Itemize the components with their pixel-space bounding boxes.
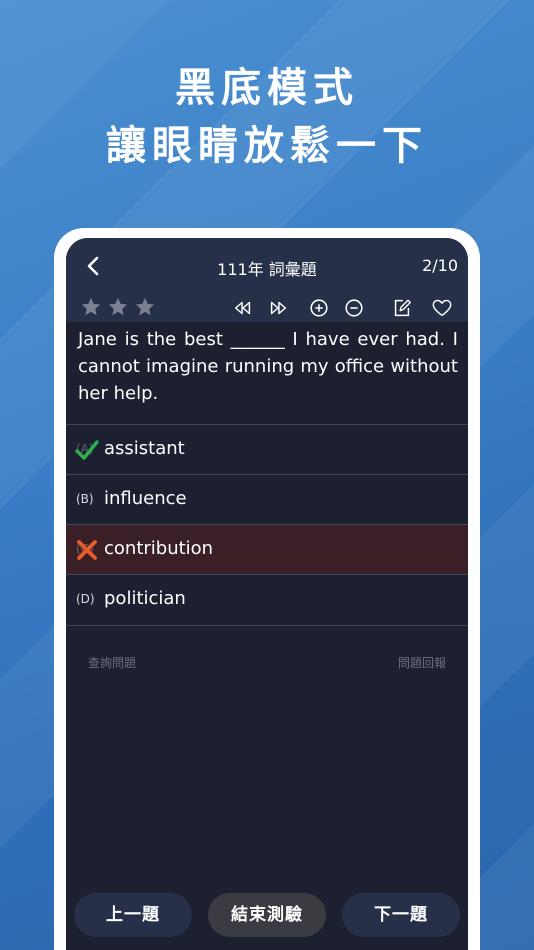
answer-options: (A) assistant (B) influence (C) contribu… xyxy=(66,424,468,626)
star-icon[interactable] xyxy=(134,296,156,318)
end-test-button[interactable]: 結束測驗 xyxy=(208,893,326,937)
question-counter: 2/10 xyxy=(422,256,458,275)
promo-headline-2: 讓眼睛放鬆一下 xyxy=(106,123,428,169)
fast-forward-icon[interactable] xyxy=(267,297,289,319)
option-letter: (B) xyxy=(76,492,94,506)
option-text: politician xyxy=(104,588,186,609)
next-question-button[interactable]: 下一題 xyxy=(342,893,460,937)
option-c[interactable]: (C) contribution xyxy=(66,524,468,574)
option-text: influence xyxy=(104,488,187,509)
rewind-icon[interactable] xyxy=(232,297,254,319)
star-icon[interactable] xyxy=(107,296,129,318)
option-a[interactable]: (A) assistant xyxy=(66,424,468,474)
star-icon[interactable] xyxy=(80,296,102,318)
toolbar xyxy=(66,294,468,322)
check-icon xyxy=(75,440,99,460)
report-question-link[interactable]: 問題回報 xyxy=(398,654,446,671)
previous-question-button[interactable]: 上一題 xyxy=(74,893,192,937)
edit-note-icon[interactable] xyxy=(391,297,413,319)
question-text: Jane is the best ______ I have ever had.… xyxy=(78,329,458,404)
helper-links: 查詢問題 問題回報 xyxy=(66,652,468,672)
heart-icon[interactable] xyxy=(431,297,453,319)
zoom-in-icon[interactable] xyxy=(308,297,330,319)
option-text: assistant xyxy=(104,438,185,459)
option-d[interactable]: (D) politician xyxy=(66,574,468,626)
app-screen: 111年 詞彙題 2/10 Jane is the best ______ I … xyxy=(66,238,468,950)
option-text: contribution xyxy=(104,538,214,559)
zoom-out-icon[interactable] xyxy=(343,297,365,319)
option-b[interactable]: (B) influence xyxy=(66,474,468,524)
query-question-link[interactable]: 查詢問題 xyxy=(88,654,136,671)
navbar: 111年 詞彙題 2/10 xyxy=(66,238,468,294)
promo-headline-1: 黑底模式 xyxy=(175,65,359,111)
cross-icon xyxy=(77,540,97,560)
option-letter: (D) xyxy=(76,592,95,606)
page-title: 111年 詞彙題 xyxy=(217,260,317,279)
